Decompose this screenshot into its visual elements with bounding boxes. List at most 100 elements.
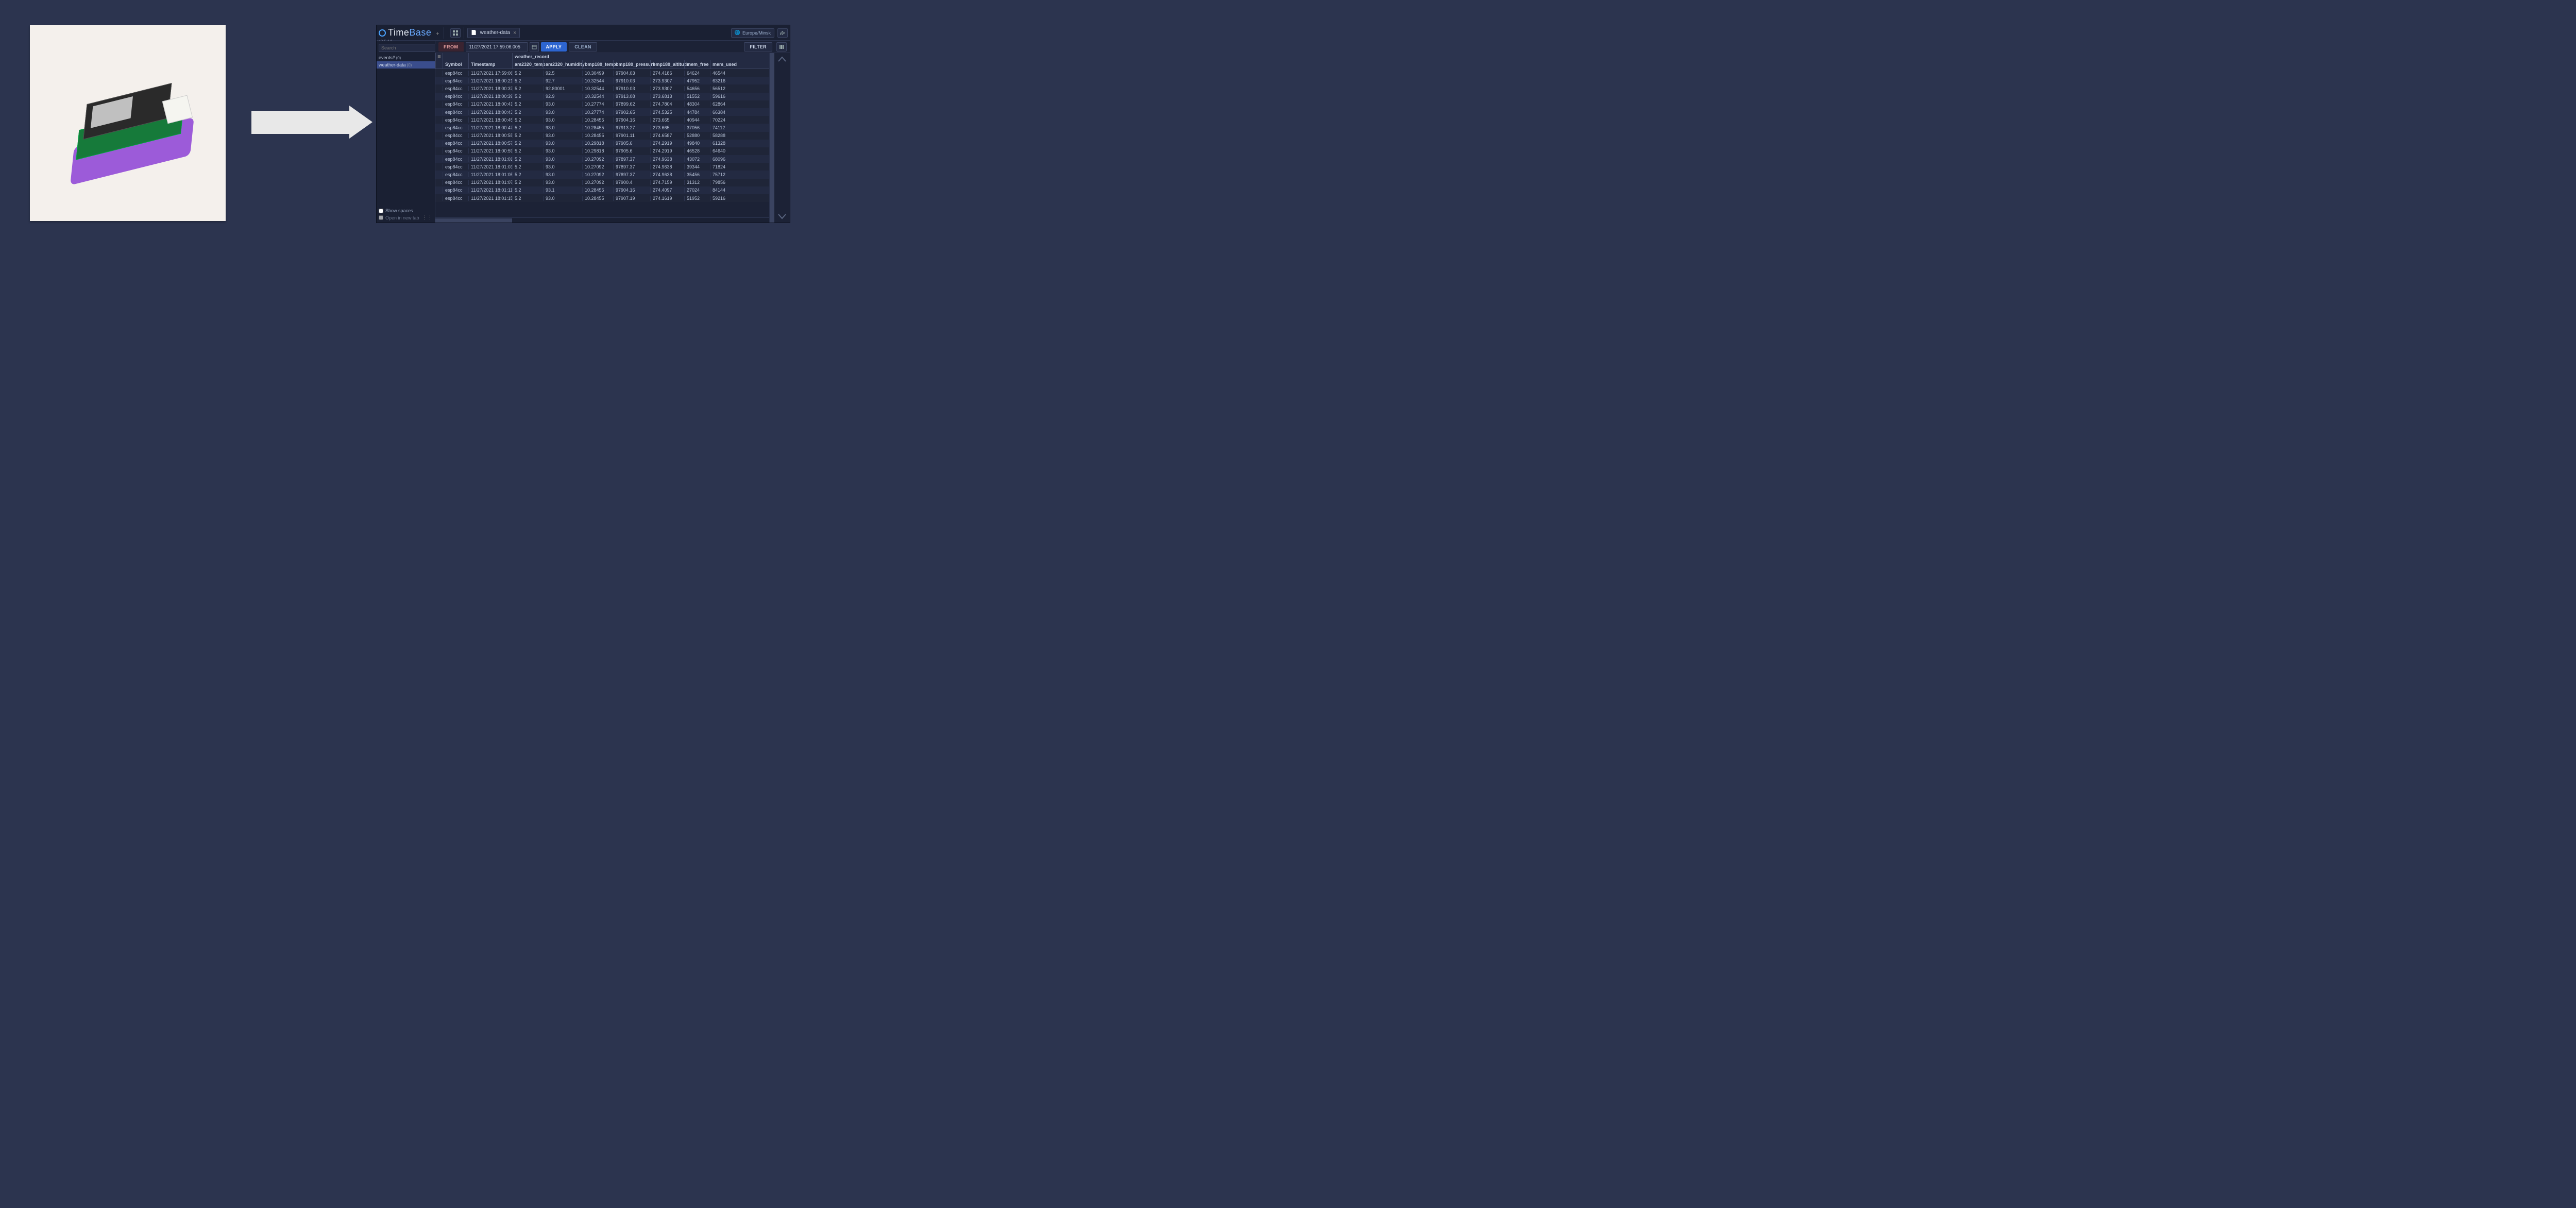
tab-label: weather-data (480, 30, 510, 36)
column-header[interactable]: am2320_humidity (543, 60, 582, 69)
table-row[interactable]: esp84cc11/27/2021 18:00:59.0055.293.010.… (435, 147, 769, 155)
cell: 274.9638 (650, 164, 684, 169)
cell: 11/27/2021 18:01:03.005 (468, 164, 512, 169)
cell: 68096 (710, 157, 736, 162)
table-row[interactable]: esp84cc11/27/2021 18:00:43.0055.293.010.… (435, 108, 769, 116)
cell: 43072 (684, 157, 710, 162)
cell: 93.0 (543, 141, 582, 146)
row-menu-icon[interactable]: ≡ (435, 53, 443, 60)
document-icon (471, 30, 477, 36)
table-row[interactable]: esp84cc11/27/2021 18:01:05.0055.293.010.… (435, 171, 769, 178)
cell: 97907.19 (613, 196, 650, 201)
cell: 10.28455 (582, 125, 613, 130)
table-row[interactable]: esp84cc11/27/2021 18:00:57.0055.293.010.… (435, 140, 769, 147)
cell: 46544 (710, 71, 736, 76)
cell: 56512 (710, 86, 736, 91)
cell: 93.0 (543, 164, 582, 169)
tab-weather-data[interactable]: weather-data × (467, 28, 520, 38)
cell: 51952 (684, 196, 710, 201)
table-row[interactable]: esp84cc11/27/2021 18:00:45.0055.293.010.… (435, 116, 769, 124)
brand: TimeBase + (379, 27, 440, 38)
cell: 11/27/2021 18:00:45.005 (468, 117, 512, 123)
cell: 97913.27 (613, 125, 650, 130)
cell: 97897.37 (613, 164, 650, 169)
datetime-input[interactable]: 11/27/2021 17:59:06.005 (466, 42, 528, 52)
cell: 97904.16 (613, 117, 650, 123)
brand-add-button[interactable]: + (434, 31, 440, 37)
cell: 10.27092 (582, 180, 613, 185)
cell: 93.0 (543, 157, 582, 162)
table-row[interactable]: esp84cc11/27/2021 18:00:21.0055.292.710.… (435, 77, 769, 84)
column-header[interactable]: bmp180_pressure (613, 60, 650, 69)
more-icon[interactable]: ⋮⋮ (422, 215, 433, 220)
columns-icon[interactable] (776, 42, 787, 52)
cell: 5.2 (512, 110, 543, 115)
cell: 40944 (684, 117, 710, 123)
cell: 48304 (684, 101, 710, 107)
cell: 93.1 (543, 188, 582, 193)
export-icon[interactable] (777, 28, 788, 38)
table-row[interactable]: esp84cc11/27/2021 18:00:55.0055.293.010.… (435, 132, 769, 140)
cell: esp84cc (443, 86, 468, 91)
column-header[interactable]: mem_used (710, 60, 736, 69)
cell: 11/27/2021 17:59:06.005 (468, 71, 512, 76)
clean-button[interactable]: CLEAN (569, 42, 597, 52)
column-header[interactable]: Timestamp (468, 60, 512, 69)
sidebar-item-weather-data[interactable]: weather-data(0) (377, 61, 435, 69)
search-input[interactable] (379, 44, 444, 52)
open-new-tab-checkbox[interactable]: Open in new tab (379, 215, 419, 220)
cell: esp84cc (443, 141, 468, 146)
cell: 35456 (684, 172, 710, 177)
timezone-button[interactable]: 🌐 Europe/Minsk (731, 28, 774, 38)
table-row[interactable]: esp84cc11/27/2021 18:01:15.0055.293.010.… (435, 194, 769, 202)
filter-button[interactable]: FILTER (744, 42, 772, 52)
sidebar-item-events[interactable]: events#(0) (377, 54, 435, 61)
cell: 37056 (684, 125, 710, 130)
cell: 10.27774 (582, 110, 613, 115)
apply-button[interactable]: APPLY (541, 42, 567, 52)
vertical-scrollbar[interactable] (769, 53, 774, 223)
table-row[interactable]: esp84cc11/27/2021 18:01:07.0055.293.010.… (435, 179, 769, 186)
table-row[interactable]: esp84cc11/27/2021 17:59:06.0055.292.510.… (435, 69, 769, 77)
show-spaces-checkbox[interactable]: Show spaces (379, 208, 433, 213)
cell: 97900.4 (613, 180, 650, 185)
cell: 97901.11 (613, 133, 650, 138)
cell: 11/27/2021 18:00:57.005 (468, 141, 512, 146)
horizontal-scrollbar[interactable] (435, 217, 769, 223)
cell: 97904.16 (613, 188, 650, 193)
table-row[interactable]: esp84cc11/27/2021 18:00:47.0055.293.010.… (435, 124, 769, 131)
table-row[interactable]: esp84cc11/27/2021 18:01:11.0055.293.110.… (435, 186, 769, 194)
cell: 273.665 (650, 117, 684, 123)
table-row[interactable]: esp84cc11/27/2021 18:00:41.0055.293.010.… (435, 100, 769, 108)
cell: 64624 (684, 71, 710, 76)
cell: 5.2 (512, 172, 543, 177)
cell: 31312 (684, 180, 710, 185)
cell: 274.2919 (650, 141, 684, 146)
close-icon[interactable]: × (513, 30, 516, 36)
cell: 58288 (710, 133, 736, 138)
column-header[interactable]: bmp180_altitude (650, 60, 684, 69)
cell: esp84cc (443, 71, 468, 76)
cell: 74112 (710, 125, 736, 130)
column-header[interactable]: mem_free (684, 60, 710, 69)
column-header[interactable]: am2320_temp (512, 60, 543, 69)
chevron-down-icon[interactable] (777, 213, 787, 220)
column-header[interactable]: Symbol (443, 60, 468, 69)
cell: 27024 (684, 188, 710, 193)
chevron-up-icon[interactable] (777, 55, 787, 62)
table-row[interactable]: esp84cc11/27/2021 18:01:03.0055.293.010.… (435, 163, 769, 171)
cell: 5.2 (512, 133, 543, 138)
calendar-icon[interactable] (530, 42, 539, 52)
table-row[interactable]: esp84cc11/27/2021 18:01:01.0055.293.010.… (435, 155, 769, 163)
cell: 5.2 (512, 196, 543, 201)
cell: 63216 (710, 78, 736, 83)
column-header[interactable]: bmp180_temp (582, 60, 613, 69)
cell: 92.5 (543, 71, 582, 76)
table-row[interactable]: esp84cc11/27/2021 18:00:37.0055.292.8000… (435, 84, 769, 92)
cell: 10.29818 (582, 141, 613, 146)
table-row[interactable]: esp84cc11/27/2021 18:00:39.0055.292.910.… (435, 93, 769, 100)
dashboard-icon[interactable] (450, 28, 461, 38)
cell: 273.9307 (650, 78, 684, 83)
cell: 97899.62 (613, 101, 650, 107)
cell: 84144 (710, 188, 736, 193)
